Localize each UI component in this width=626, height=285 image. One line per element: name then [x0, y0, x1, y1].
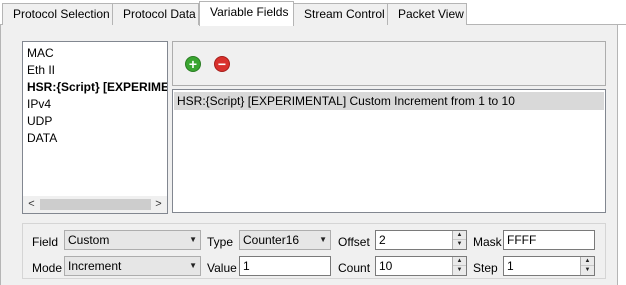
variable-field-list[interactable]: HSR:{Script} [EXPERIMENTAL] Custom Incre… [172, 89, 606, 213]
field-select[interactable]: Custom ▼ [64, 230, 201, 250]
offset-label: Offset [338, 235, 370, 249]
remove-variable-field-button[interactable]: − [212, 54, 232, 74]
add-variable-field-button[interactable]: + [183, 54, 203, 74]
tab-packet-view[interactable]: Packet View [387, 3, 467, 25]
type-label: Type [207, 235, 234, 249]
scrollbar-thumb[interactable] [40, 199, 151, 210]
mode-select[interactable]: Increment ▼ [64, 256, 201, 276]
protocol-item-ipv4[interactable]: IPv4 [23, 96, 167, 113]
field-label: Field [32, 235, 59, 249]
step-spinbox[interactable]: 1 ▲ ▼ [503, 256, 595, 276]
spin-down-icon[interactable]: ▼ [453, 240, 466, 249]
chevron-down-icon: ▼ [189, 261, 197, 270]
protocol-item-data[interactable]: DATA [23, 130, 167, 147]
protocol-item-mac[interactable]: MAC [23, 45, 167, 62]
step-label: Step [473, 261, 498, 275]
variable-field-editor: Field Custom ▼ Type Counter16 ▼ Offset 2… [22, 223, 606, 279]
step-value: 1 [507, 259, 514, 273]
protocol-list[interactable]: MAC Eth II HSR:{Script} [EXPERIMENTAL] I… [22, 41, 168, 214]
count-value: 10 [379, 259, 393, 273]
spin-down-icon[interactable]: ▼ [581, 266, 594, 275]
scroll-left-icon[interactable]: < [23, 196, 40, 213]
type-select-value: Counter16 [243, 233, 300, 247]
mask-input[interactable]: FFFF [503, 230, 595, 250]
variable-field-toolbar: + − [172, 41, 606, 86]
value-label: Value [207, 261, 237, 275]
protocol-item-udp[interactable]: UDP [23, 113, 167, 130]
protocol-item-eth-ii[interactable]: Eth II [23, 62, 167, 79]
type-select[interactable]: Counter16 ▼ [239, 230, 331, 250]
value-input[interactable]: 1 [239, 256, 331, 276]
field-select-value: Custom [68, 233, 110, 247]
offset-spinbox[interactable]: 2 ▲ ▼ [375, 230, 467, 250]
spin-up-icon[interactable]: ▲ [453, 257, 466, 266]
count-label: Count [338, 261, 371, 275]
count-spinbox[interactable]: 10 ▲ ▼ [375, 256, 467, 276]
spin-up-icon[interactable]: ▲ [581, 257, 594, 266]
tab-bar: Protocol Selection Protocol Data Variabl… [0, 0, 626, 26]
mask-label: Mask [473, 235, 502, 249]
mode-label: Mode [32, 261, 63, 275]
mode-select-value: Increment [68, 259, 122, 273]
tab-protocol-data[interactable]: Protocol Data [112, 3, 199, 25]
scroll-right-icon[interactable]: > [150, 196, 167, 213]
chevron-down-icon: ▼ [189, 235, 197, 244]
minus-icon: − [214, 56, 230, 72]
protocol-item-hsr-script[interactable]: HSR:{Script} [EXPERIMENTAL] [23, 79, 167, 96]
spin-down-icon[interactable]: ▼ [453, 266, 466, 275]
tab-variable-fields[interactable]: Variable Fields [199, 1, 294, 26]
plus-icon: + [185, 56, 201, 72]
spin-up-icon[interactable]: ▲ [453, 231, 466, 240]
offset-value: 2 [379, 233, 386, 247]
protocol-list-hscrollbar[interactable]: < > [23, 196, 167, 213]
chevron-down-icon: ▼ [319, 235, 327, 244]
variable-field-row[interactable]: HSR:{Script} [EXPERIMENTAL] Custom Incre… [174, 92, 604, 110]
tab-protocol-selection[interactable]: Protocol Selection [2, 3, 113, 25]
tab-stream-control[interactable]: Stream Control [293, 3, 388, 25]
